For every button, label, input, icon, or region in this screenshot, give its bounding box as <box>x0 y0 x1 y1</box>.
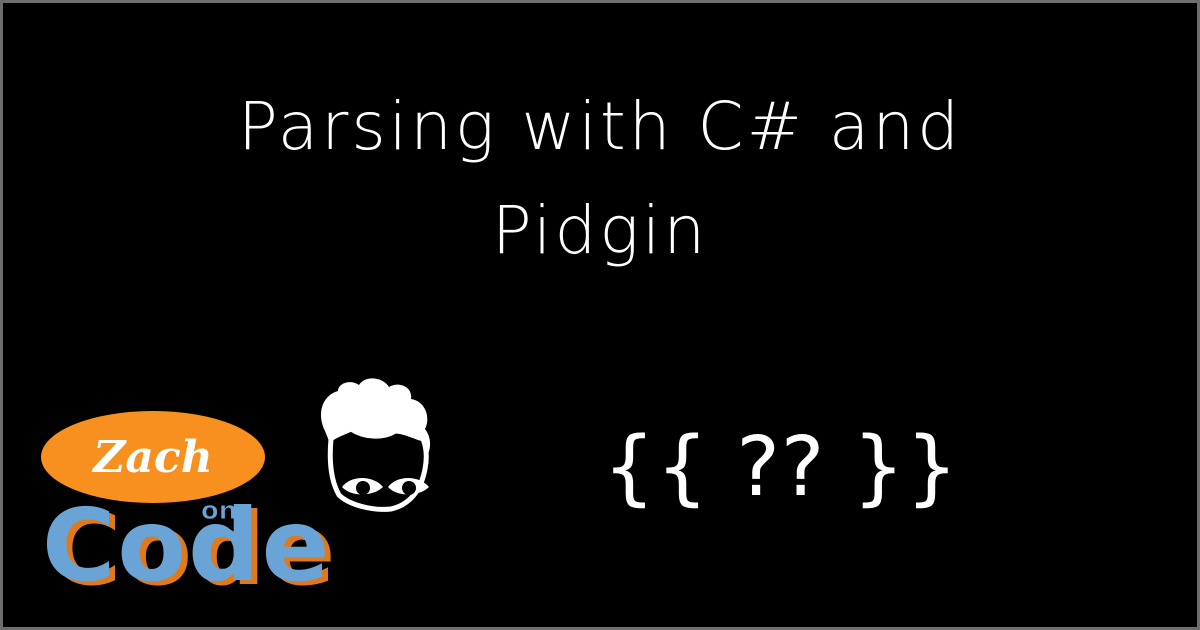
logo-code-text: Code <box>42 487 332 603</box>
title-line-2: Pidgin <box>491 192 709 269</box>
title-line-1: Parsing with C# and <box>237 88 963 165</box>
zach-on-code-logo: Zach on Code Code <box>33 373 433 603</box>
social-card: Parsing with C# and Pidgin Zach on Code … <box>0 0 1200 630</box>
logo-zach-text: Zach <box>91 432 212 483</box>
braces-question-decoration: {{ ?? }} <box>603 420 959 515</box>
cartoon-face-icon <box>321 378 431 512</box>
page-title: Parsing with C# and Pidgin <box>3 75 1197 283</box>
